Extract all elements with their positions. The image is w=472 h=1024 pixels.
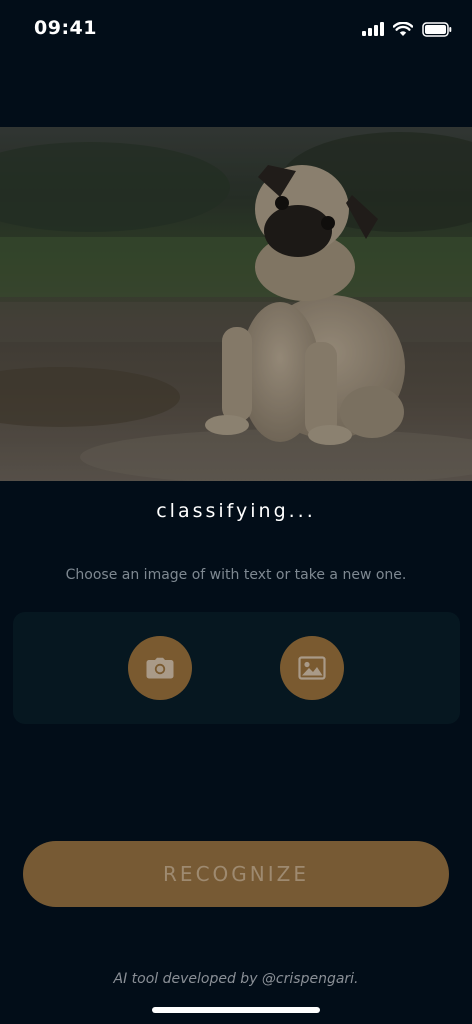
home-indicator	[152, 1007, 320, 1013]
instruction-text: Choose an image of with text or take a n…	[65, 567, 407, 583]
app-screen: 09:41 classifying... Choose an image of …	[0, 0, 472, 1024]
image-gallery-icon	[298, 656, 326, 680]
status-bar: 09:41	[0, 0, 472, 58]
camera-icon	[146, 657, 174, 679]
status-time: 09:41	[34, 17, 97, 39]
status-icons	[362, 20, 452, 38]
image-picker-card	[13, 612, 460, 724]
classification-status: classifying...	[156, 500, 316, 522]
cellular-signal-icon	[362, 22, 384, 36]
footer-credit: AI tool developed by @crispengari.	[113, 971, 359, 987]
battery-icon	[422, 21, 452, 37]
selected-photo	[0, 127, 472, 481]
take-photo-button[interactable]	[128, 636, 192, 700]
wifi-icon	[393, 21, 413, 36]
choose-image-button[interactable]	[280, 636, 344, 700]
recognize-button[interactable]: RECOGNIZE	[23, 841, 449, 907]
